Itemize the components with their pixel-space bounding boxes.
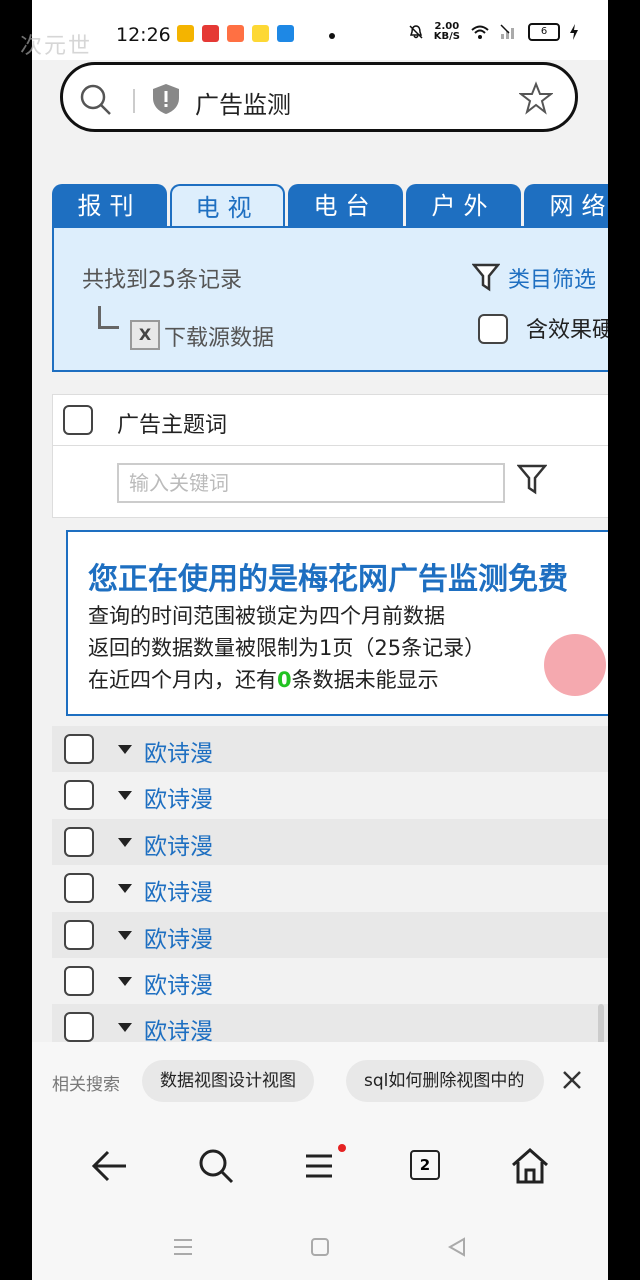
page-title[interactable]: 广告监测 (195, 85, 291, 120)
notice-line-2: 返回的数据数量被限制为1页（25条记录） (88, 636, 486, 660)
expand-caret-icon[interactable] (118, 837, 132, 847)
menu-icon[interactable] (302, 1146, 342, 1186)
brand-link[interactable]: 欧诗漫 (144, 780, 213, 814)
notice-line-3-suffix: 条数据未能显示 (291, 668, 439, 692)
tab-radio[interactable]: 电台 (288, 184, 403, 226)
row-checkbox[interactable] (64, 1012, 94, 1043)
floating-assistant-button[interactable] (544, 634, 606, 696)
hidden-count: 0 (277, 668, 292, 692)
table-row[interactable]: 欧诗漫 (52, 726, 608, 773)
related-search-chip[interactable]: sql如何删除视图中的 (346, 1060, 544, 1102)
watermark: 次元世 (20, 34, 93, 59)
tab-internet[interactable]: 网络 (524, 184, 608, 226)
close-icon[interactable] (558, 1066, 586, 1094)
excel-icon[interactable]: X (130, 320, 160, 350)
select-all-checkbox[interactable] (63, 405, 93, 435)
expand-caret-icon[interactable] (118, 884, 132, 894)
notification-dot (338, 1144, 346, 1152)
table-row[interactable]: 欧诗漫 (52, 818, 608, 866)
system-home-icon[interactable] (309, 1236, 331, 1258)
brand-link[interactable]: 欧诗漫 (144, 920, 213, 954)
charging-icon (570, 24, 578, 40)
app-notification-icon (227, 25, 244, 42)
tab-newspaper[interactable]: 报刊 (52, 184, 167, 226)
table-header-row: 广告主题词 (53, 395, 608, 446)
records-found: 共找到25条记录 (82, 268, 242, 293)
row-checkbox[interactable] (64, 919, 94, 950)
more-notifications-dot (329, 33, 335, 39)
filter-panel: 共找到25条记录 X 下载源数据 类目筛选 含效果硬 (52, 226, 608, 372)
expand-caret-icon[interactable] (118, 1023, 132, 1033)
notice-line-3-prefix: 在近四个月内，还有 (88, 668, 277, 692)
download-source-data-link[interactable]: 下载源数据 (164, 320, 274, 352)
wifi-icon (471, 25, 489, 39)
mute-icon (409, 25, 423, 39)
tab-outdoor[interactable]: 户外 (406, 184, 521, 226)
table-row[interactable]: 欧诗漫 (52, 958, 608, 1004)
status-right: 2.00 KB/S 6 (408, 22, 578, 42)
expand-caret-icon[interactable] (118, 930, 132, 940)
net-speed-unit: KB/S (433, 31, 460, 42)
brand-link[interactable]: 欧诗漫 (144, 966, 213, 1000)
signal-icon (500, 24, 514, 39)
app-notification-icon (252, 25, 269, 42)
notice-title: 您正在使用的是梅花网广告监测免费 (88, 562, 568, 597)
notification-icons (177, 25, 294, 42)
expand-caret-icon[interactable] (118, 976, 132, 986)
notice-line-3: 在近四个月内，还有0条数据未能显示 (88, 664, 439, 694)
table-row[interactable]: 欧诗漫 (52, 865, 608, 911)
row-checkbox[interactable] (64, 873, 94, 904)
table-row[interactable]: 欧诗漫 (52, 772, 608, 818)
table-row[interactable]: 欧诗漫 (52, 911, 608, 958)
effect-checkbox[interactable] (478, 314, 508, 344)
row-checkbox[interactable] (64, 965, 94, 996)
brand-link[interactable]: 欧诗漫 (144, 734, 213, 768)
row-checkbox[interactable] (64, 826, 94, 857)
filter-icon[interactable] (472, 262, 500, 292)
browser-toolbar: 2 (32, 1118, 608, 1280)
divider (133, 89, 135, 113)
brand-link[interactable]: 欧诗漫 (144, 827, 213, 861)
expand-caret-icon[interactable] (118, 745, 132, 754)
keyword-filter-icon[interactable] (517, 463, 547, 495)
tabs-count-button[interactable]: 2 (410, 1150, 440, 1180)
results-list: 欧诗漫 欧诗漫 欧诗漫 欧诗漫 欧诗漫 欧诗漫 欧诗漫 (52, 726, 608, 1051)
address-bar[interactable]: 广告监测 (60, 62, 578, 132)
row-checkbox[interactable] (64, 734, 94, 764)
system-menu-icon[interactable] (172, 1236, 194, 1258)
related-search-label: 相关搜索 (52, 1075, 120, 1095)
app-notification-icon (177, 25, 194, 42)
bookmark-star-icon[interactable] (519, 81, 553, 115)
status-time: 12:26 (116, 24, 171, 46)
web-content: 报刊 电视 电台 户外 网络 共找到25条记录 X 下载源数据 类目筛选 含效果… (32, 146, 608, 1124)
phone-screen: 12:26 2.00 KB/S 6 广告监测 报刊 电视 电台 户外 网络 共找… (32, 0, 608, 1280)
related-search-chip[interactable]: 数据视图设计视图 (142, 1060, 314, 1102)
results-table-header: 广告主题词 (52, 394, 608, 518)
search-icon[interactable] (196, 1146, 236, 1186)
related-search-bar: 相关搜索 数据视图设计视图 sql如何删除视图中的 (32, 1042, 608, 1118)
free-version-notice: 您正在使用的是梅花网广告监测免费 查询的时间范围被锁定为四个月前数据 返回的数据… (66, 530, 608, 716)
status-bar: 12:26 2.00 KB/S 6 (32, 0, 608, 60)
tree-connector (98, 306, 119, 329)
shield-icon[interactable] (151, 83, 181, 115)
net-speed: 2.00 KB/S (434, 22, 460, 42)
app-notification-icon (202, 25, 219, 42)
search-icon[interactable] (79, 83, 113, 117)
media-tabs: 报刊 电视 电台 户外 网络 (52, 184, 608, 226)
effect-label: 含效果硬 (526, 318, 608, 343)
category-filter-link[interactable]: 类目筛选 (508, 262, 596, 294)
back-arrow-icon[interactable] (90, 1146, 130, 1186)
notice-line-1: 查询的时间范围被锁定为四个月前数据 (88, 604, 445, 628)
home-icon[interactable] (510, 1146, 550, 1186)
column-header-ad-keyword: 广告主题词 (117, 413, 228, 438)
tab-tv[interactable]: 电视 (170, 184, 285, 226)
keyword-input[interactable] (117, 463, 505, 503)
system-back-icon[interactable] (446, 1236, 468, 1258)
battery-icon: 6 (528, 23, 560, 41)
app-notification-icon (277, 25, 294, 42)
expand-caret-icon[interactable] (118, 791, 132, 801)
row-checkbox[interactable] (64, 780, 94, 811)
brand-link[interactable]: 欧诗漫 (144, 873, 213, 907)
